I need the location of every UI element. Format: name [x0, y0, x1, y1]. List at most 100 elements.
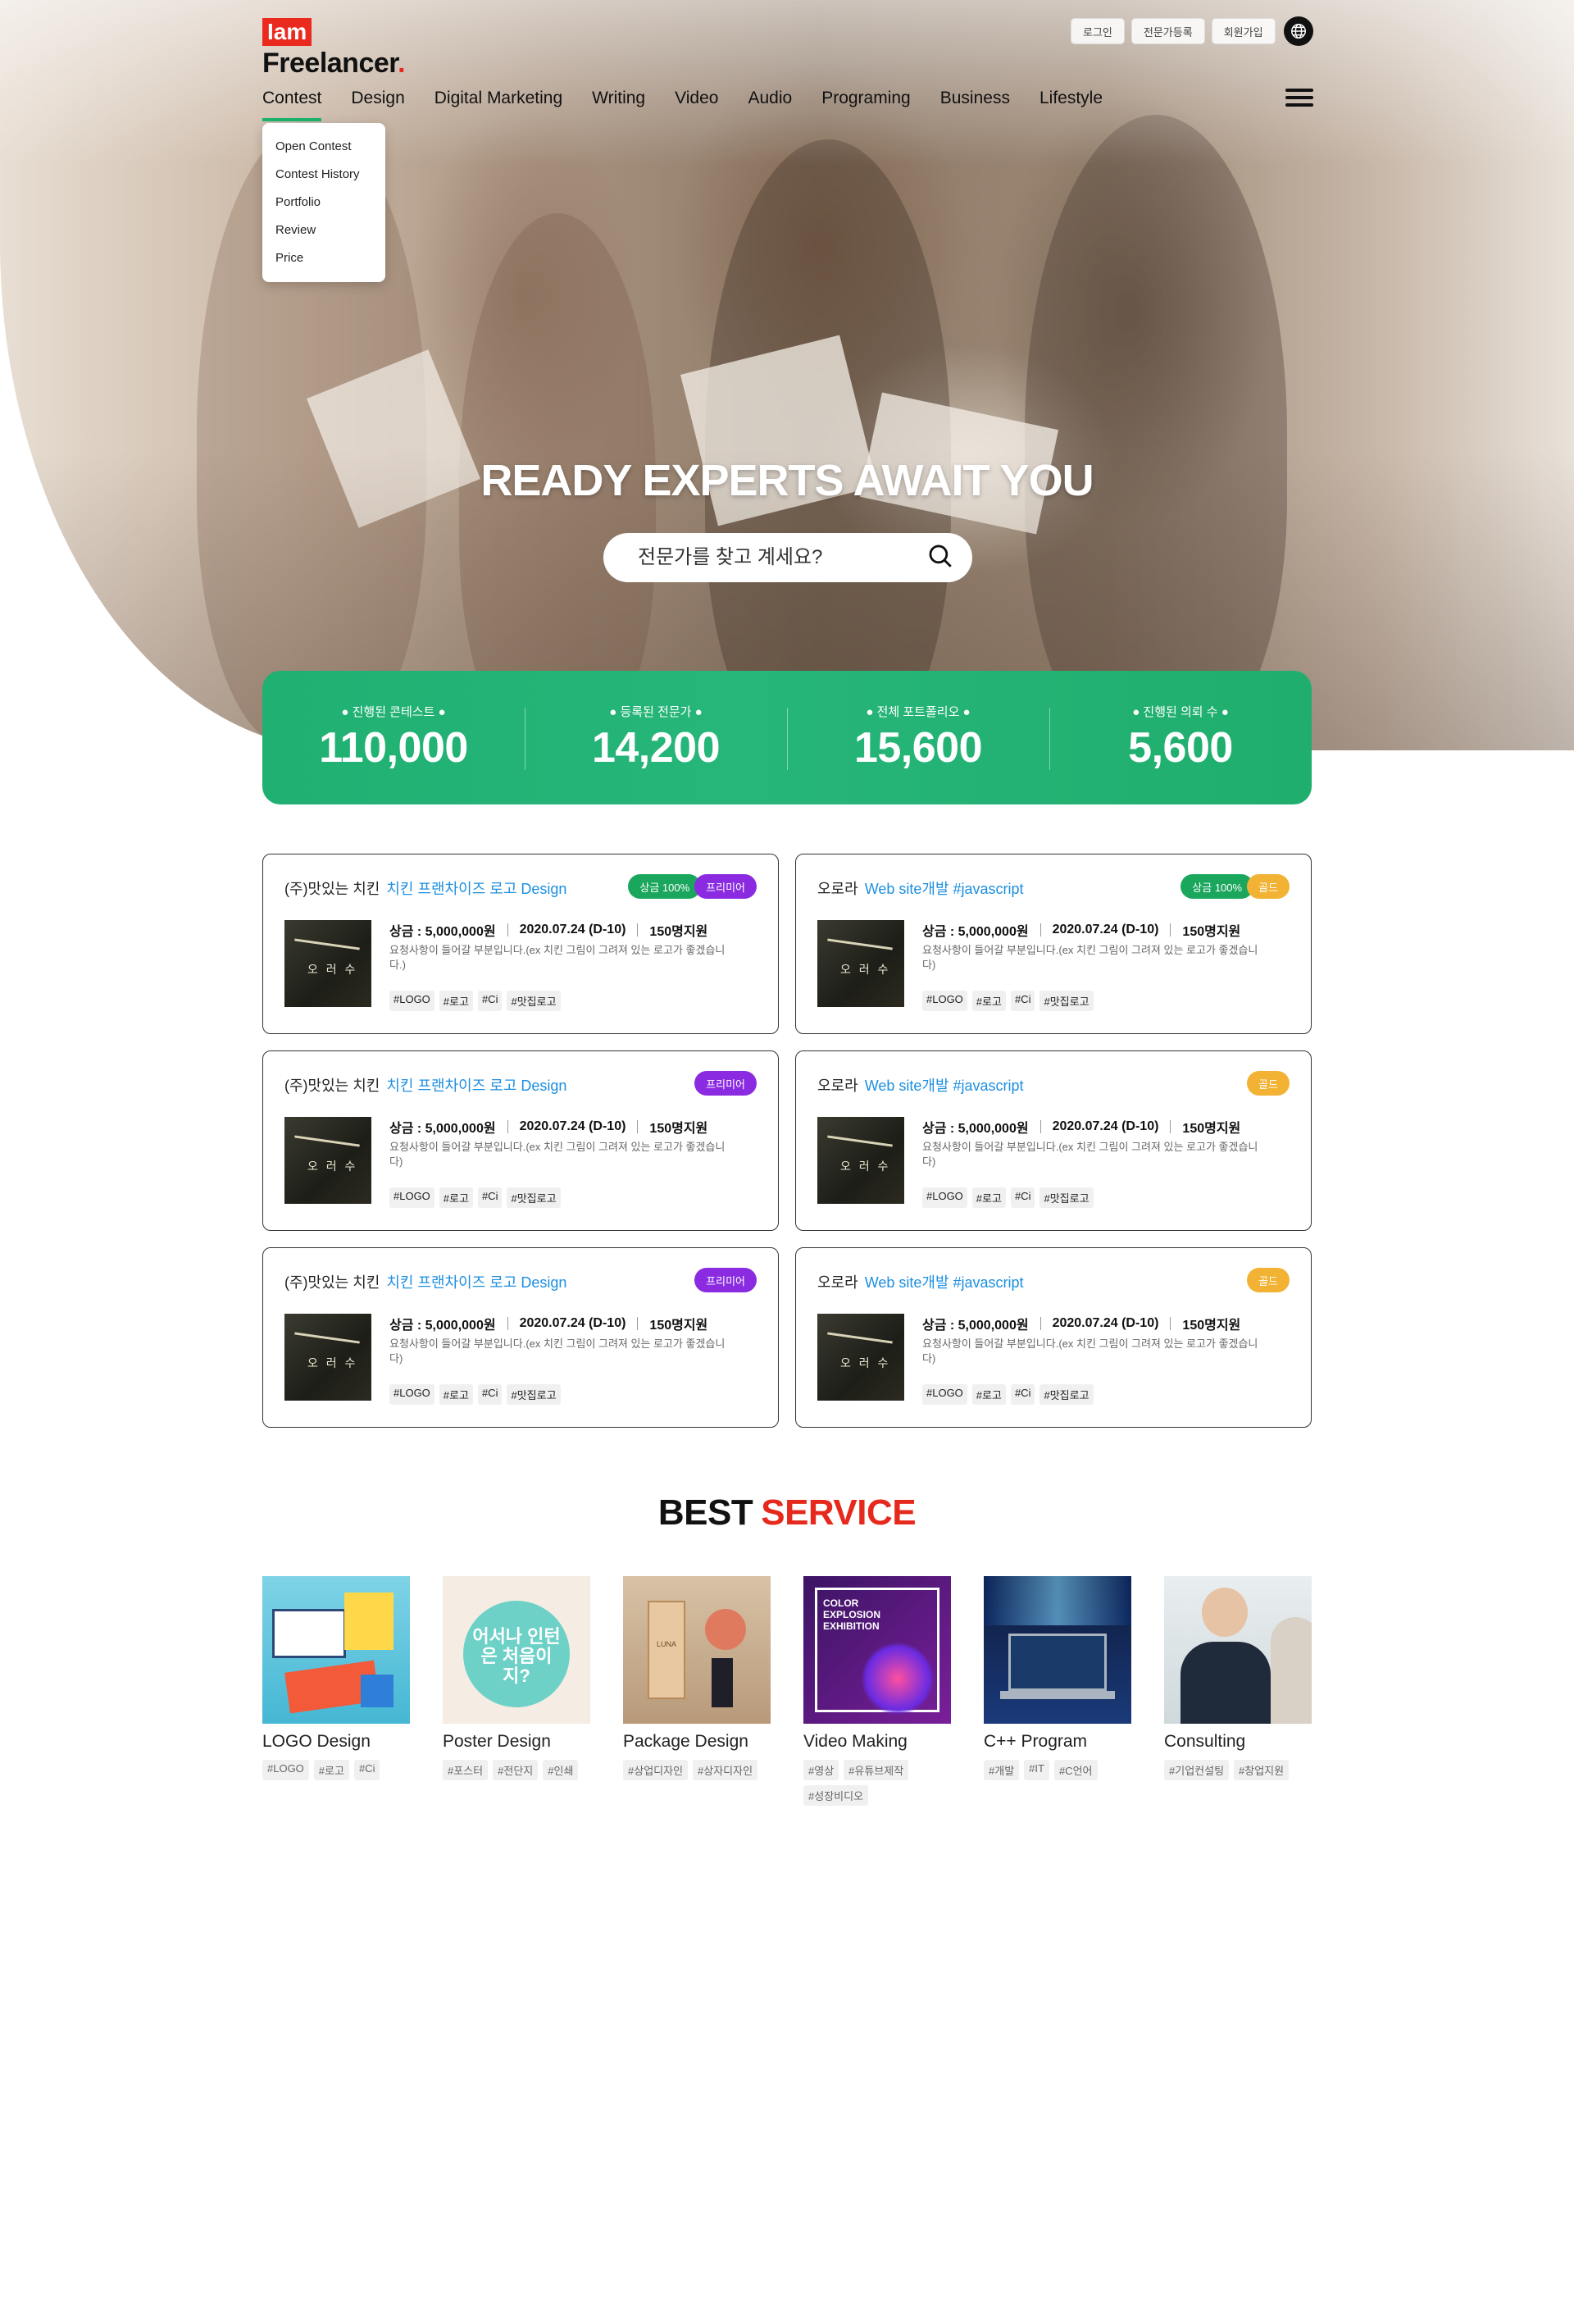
contest-headline[interactable]: Web site개발 #javascript [865, 881, 1024, 897]
service-tag[interactable]: #상업디자인 [623, 1760, 689, 1780]
service-image[interactable] [984, 1576, 1131, 1724]
nav-programing[interactable]: Programing [821, 89, 911, 121]
contest-tag[interactable]: #로고 [971, 1384, 1006, 1405]
dropdown-portfolio[interactable]: Portfolio [275, 189, 372, 216]
service-tag[interactable]: #창업지원 [1234, 1760, 1290, 1780]
service-image[interactable] [262, 1576, 410, 1724]
service-tag[interactable]: #성장비디오 [803, 1785, 869, 1806]
service-tag[interactable]: #인쇄 [543, 1760, 579, 1780]
dropdown-open-contest[interactable]: Open Contest [275, 133, 372, 161]
service-card[interactable]: LUNA Package Design #상업디자인 #상자디자인 [623, 1576, 771, 1806]
contest-thumbnail[interactable]: 오 러 수 [284, 1314, 371, 1401]
contest-tag[interactable]: #맛집로고 [507, 1384, 561, 1405]
contest-tag[interactable]: #LOGO [389, 1187, 434, 1208]
contest-thumbnail[interactable]: 오 러 수 [817, 1117, 904, 1204]
contest-tag[interactable]: #로고 [439, 1384, 473, 1405]
contest-thumbnail[interactable]: 오 러 수 [817, 920, 904, 1007]
site-logo[interactable]: Iam Freelancer. [262, 18, 406, 80]
search-icon[interactable] [926, 542, 954, 574]
contest-tag[interactable]: #로고 [439, 1187, 473, 1208]
service-tags: #LOGO #로고 #Ci [262, 1760, 410, 1780]
nav-design[interactable]: Design [351, 89, 404, 121]
service-image[interactable]: 어서나 인턴은 처음이지? [443, 1576, 590, 1724]
service-tag[interactable]: #기업컨설팅 [1164, 1760, 1230, 1780]
service-name[interactable]: C++ Program [984, 1732, 1131, 1752]
service-image[interactable]: COLOR EXPLOSION EXHIBITION [803, 1576, 951, 1724]
contest-tag[interactable]: #로고 [439, 991, 473, 1011]
contest-thumbnail[interactable]: 오 러 수 [817, 1314, 904, 1401]
service-tag[interactable]: #개발 [984, 1760, 1020, 1780]
contest-tag[interactable]: #로고 [971, 991, 1006, 1011]
dropdown-review[interactable]: Review [275, 216, 372, 244]
contest-tag[interactable]: #Ci [1010, 991, 1035, 1011]
search-input[interactable] [638, 546, 917, 569]
signup-button[interactable]: 회원가입 [1211, 18, 1276, 44]
service-name[interactable]: Video Making [803, 1732, 951, 1752]
contest-tag[interactable]: #맛집로고 [507, 1187, 561, 1208]
contest-tag[interactable]: #LOGO [922, 1187, 967, 1208]
service-tag[interactable]: #로고 [313, 1760, 349, 1780]
service-card[interactable]: 어서나 인턴은 처음이지? Poster Design #포스터 #전단지 #인쇄 [443, 1576, 590, 1806]
contest-tag[interactable]: #맛집로고 [1039, 1384, 1094, 1405]
service-name[interactable]: LOGO Design [262, 1732, 410, 1752]
service-name[interactable]: Package Design [623, 1732, 771, 1752]
contest-headline[interactable]: 치킨 프랜차이즈 로고 Design [386, 881, 566, 897]
contest-tag[interactable]: #LOGO [389, 991, 434, 1011]
contest-headline[interactable]: Web site개발 #javascript [865, 1274, 1024, 1291]
nav-lifestyle[interactable]: Lifestyle [1039, 89, 1103, 121]
service-card[interactable]: C++ Program #개발 #IT #C언어 [984, 1576, 1131, 1806]
dropdown-price[interactable]: Price [275, 244, 372, 272]
contest-tag[interactable]: #로고 [971, 1187, 1006, 1208]
contest-tag[interactable]: #LOGO [922, 991, 967, 1011]
contest-tag[interactable]: #LOGO [922, 1384, 967, 1405]
contest-card[interactable]: 오로라 Web site개발 #javascript 상금 100% 골드 오 러 … [795, 854, 1312, 1034]
contest-headline[interactable]: Web site개발 #javascript [865, 1078, 1024, 1094]
contest-thumbnail[interactable]: 오 러 수 [284, 920, 371, 1007]
service-card[interactable]: Consulting #기업컨설팅 #창업지원 [1164, 1576, 1312, 1806]
hamburger-menu-icon[interactable] [1285, 85, 1313, 110]
contest-tag[interactable]: #Ci [477, 1384, 503, 1405]
service-tag[interactable]: #전단지 [493, 1760, 539, 1780]
contest-meta: 상금 : 5,000,000원 2020.07.24 (D-10) 150명지원 [922, 920, 1240, 940]
nav-video[interactable]: Video [675, 89, 718, 121]
contest-tag[interactable]: #Ci [477, 991, 503, 1011]
service-card[interactable]: COLOR EXPLOSION EXHIBITION Video Making … [803, 1576, 951, 1806]
contest-tag[interactable]: #LOGO [389, 1384, 434, 1405]
service-tag[interactable]: #상자디자인 [693, 1760, 758, 1780]
contest-headline[interactable]: 치킨 프랜차이즈 로고 Design [386, 1078, 566, 1094]
service-tag[interactable]: #포스터 [443, 1760, 489, 1780]
login-button[interactable]: 로그인 [1071, 18, 1125, 44]
service-tag[interactable]: #IT [1024, 1760, 1049, 1780]
service-tag[interactable]: #Ci [353, 1760, 380, 1780]
service-tag[interactable]: #C언어 [1053, 1760, 1098, 1780]
service-tag[interactable]: #유튜브제작 [844, 1760, 909, 1780]
contest-tag[interactable]: #Ci [1010, 1187, 1035, 1208]
service-tag[interactable]: #영상 [803, 1760, 839, 1780]
contest-card[interactable]: (주)맛있는 치킨 치킨 프랜차이즈 로고 Design 프리미어 오 러 수 상… [262, 1050, 779, 1231]
service-image[interactable] [1164, 1576, 1312, 1724]
contest-tag[interactable]: #Ci [1010, 1384, 1035, 1405]
nav-business[interactable]: Business [940, 89, 1010, 121]
service-name[interactable]: Poster Design [443, 1732, 590, 1752]
service-name[interactable]: Consulting [1164, 1732, 1312, 1752]
service-tag[interactable]: #LOGO [262, 1760, 309, 1780]
nav-audio[interactable]: Audio [748, 89, 792, 121]
contest-tag[interactable]: #맛집로고 [1039, 1187, 1094, 1208]
contest-card[interactable]: (주)맛있는 치킨 치킨 프랜차이즈 로고 Design 프리미어 오 러 수 상… [262, 1247, 779, 1428]
service-card[interactable]: LOGO Design #LOGO #로고 #Ci [262, 1576, 410, 1806]
contest-tag[interactable]: #맛집로고 [507, 991, 561, 1011]
globe-icon[interactable] [1283, 16, 1313, 46]
contest-tag[interactable]: #맛집로고 [1039, 991, 1094, 1011]
contest-thumbnail[interactable]: 오 러 수 [284, 1117, 371, 1204]
contest-card[interactable]: 오로라 Web site개발 #javascript 골드 오 러 수 상금 : … [795, 1050, 1312, 1231]
service-image[interactable]: LUNA [623, 1576, 771, 1724]
expert-register-button[interactable]: 전문가등록 [1130, 18, 1205, 44]
contest-card[interactable]: (주)맛있는 치킨 치킨 프랜차이즈 로고 Design 상금 100% 프리미어 … [262, 854, 779, 1034]
nav-writing[interactable]: Writing [592, 89, 645, 121]
dropdown-contest-history[interactable]: Contest History [275, 161, 372, 189]
contest-tag[interactable]: #Ci [477, 1187, 503, 1208]
nav-contest[interactable]: Contest [262, 89, 322, 121]
contest-headline[interactable]: 치킨 프랜차이즈 로고 Design [386, 1274, 566, 1291]
contest-card[interactable]: 오로라 Web site개발 #javascript 골드 오 러 수 상금 : … [795, 1247, 1312, 1428]
nav-digital-marketing[interactable]: Digital Marketing [434, 89, 562, 121]
